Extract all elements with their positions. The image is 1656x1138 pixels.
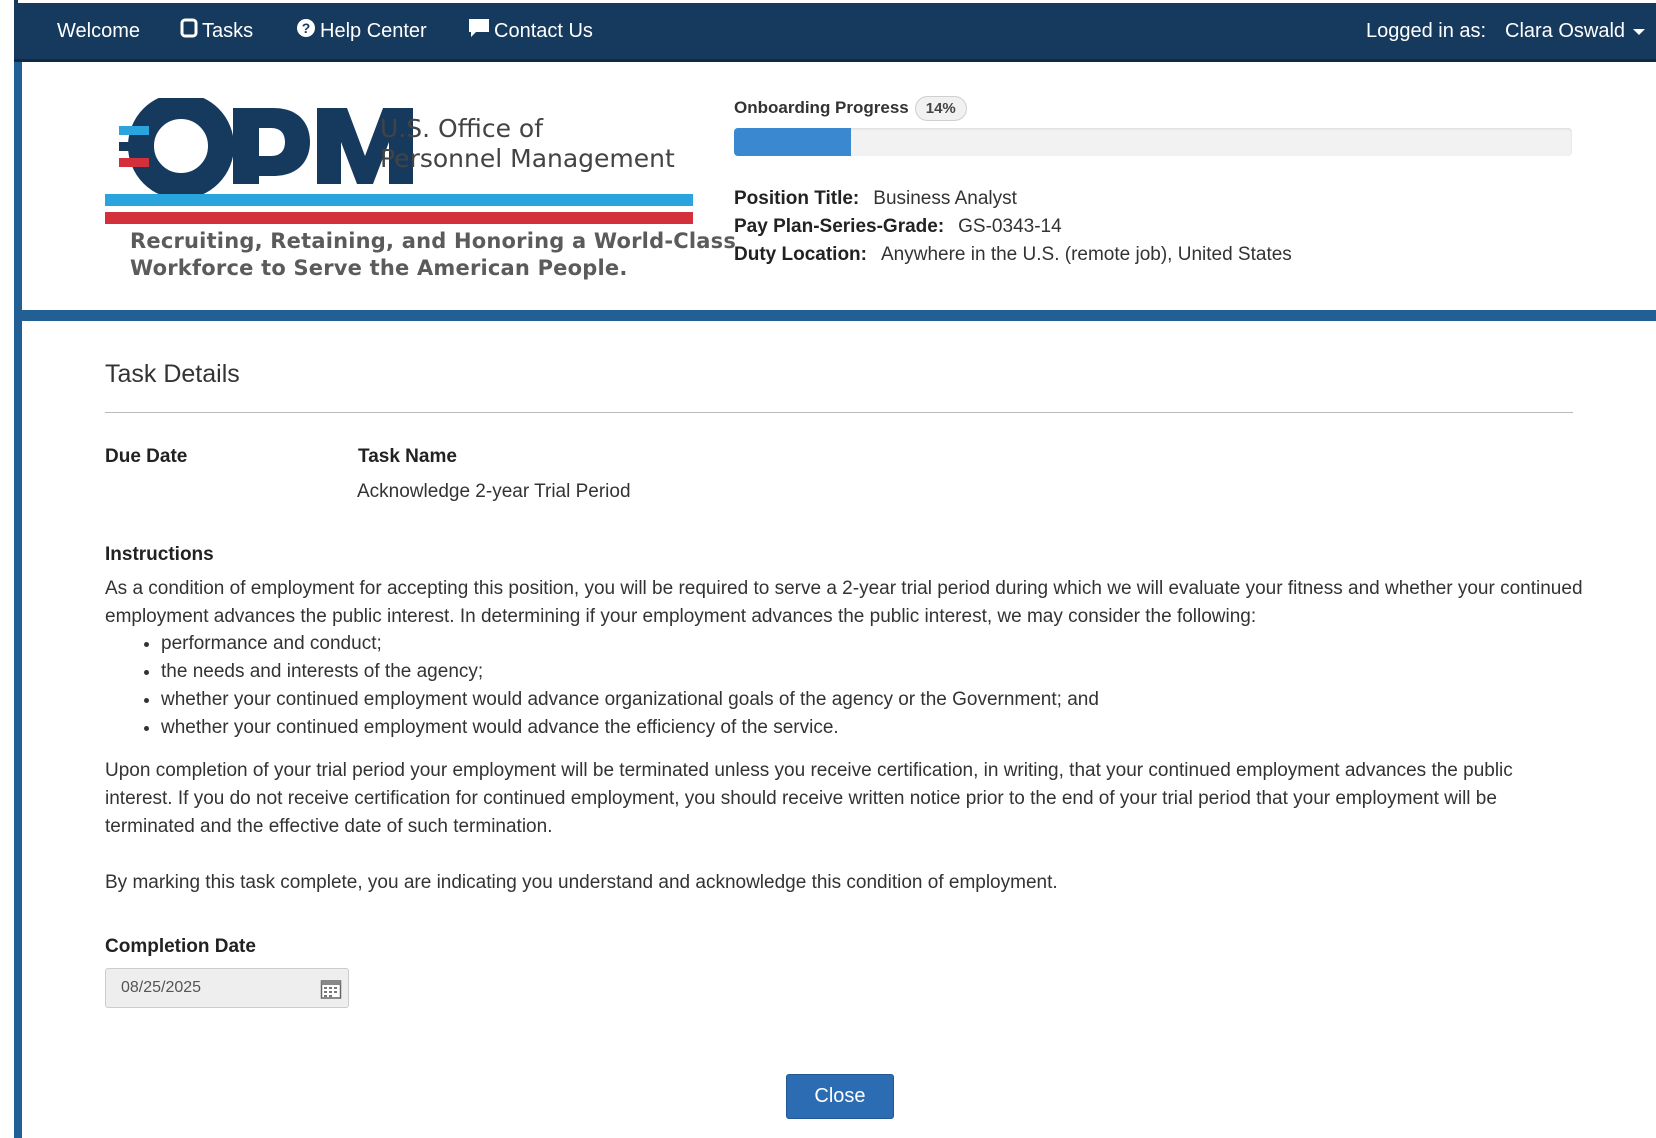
instructions-label: Instructions xyxy=(105,544,214,565)
nav-contact-label: Contact Us xyxy=(494,20,593,42)
nav-tasks-label: Tasks xyxy=(202,20,254,42)
nav-help-center[interactable]: ? Help Center xyxy=(296,3,427,59)
progress-label: Onboarding Progress xyxy=(734,97,909,117)
user-name: Clara Oswald xyxy=(1505,20,1626,42)
nav-help-label: Help Center xyxy=(320,20,427,42)
comment-icon xyxy=(468,4,490,60)
onboarding-progress: Onboarding Progress 14% xyxy=(734,96,967,121)
logo-agency-name-line2: Personnel Management xyxy=(380,144,675,173)
logo-tagline-line2: Workforce to Serve the American People. xyxy=(130,256,628,280)
instructions-paragraph-2: Upon completion of your trial period you… xyxy=(105,760,1513,837)
question-circle-icon: ? xyxy=(296,4,316,60)
tasks-icon xyxy=(180,4,198,60)
nav-tasks[interactable]: Tasks xyxy=(180,3,253,59)
progress-bar xyxy=(734,128,1572,156)
nav-welcome[interactable]: Welcome xyxy=(57,3,140,59)
section-title: Task Details xyxy=(105,360,240,388)
logo-tagline: Recruiting, Retaining, and Honoring a Wo… xyxy=(130,228,736,282)
completion-date-field[interactable]: 08/25/2025 xyxy=(105,968,349,1008)
duty-location-value: Anywhere in the U.S. (remote job), Unite… xyxy=(881,244,1292,265)
task-name-value: Acknowledge 2-year Trial Period xyxy=(357,481,631,502)
completion-date-label: Completion Date xyxy=(105,936,256,957)
logo-agency-name: U.S. Office of Personnel Management xyxy=(380,114,675,174)
svg-text:?: ? xyxy=(302,20,311,36)
task-name-label: Task Name xyxy=(358,446,457,467)
logo-tagline-line1: Recruiting, Retaining, and Honoring a Wo… xyxy=(130,229,737,253)
instructions-paragraph-3: By marking this task complete, you are i… xyxy=(105,872,1058,893)
instructions-paragraph-1: As a condition of employment for accepti… xyxy=(105,578,1583,627)
instructions-list: performance and conduct; the needs and i… xyxy=(105,630,1099,742)
pay-plan-value: GS-0343-14 xyxy=(958,216,1062,237)
position-title-value: Business Analyst xyxy=(873,188,1017,209)
due-date-label: Due Date xyxy=(105,446,188,467)
calendar-icon[interactable] xyxy=(320,977,342,999)
duty-location-row: Duty Location: Anywhere in the U.S. (remo… xyxy=(734,244,1292,266)
caret-down-icon xyxy=(1633,28,1646,35)
position-title-label: Position Title: xyxy=(734,188,860,209)
list-item: performance and conduct; xyxy=(161,630,1099,658)
header-bottom-border xyxy=(22,310,1656,321)
logo-agency-name-line1: U.S. Office of xyxy=(380,114,544,143)
top-navbar: Welcome Tasks ? Help Center Contact Us L… xyxy=(14,3,1656,62)
pay-plan-label: Pay Plan-Series-Grade: xyxy=(734,216,945,237)
position-title-row: Position Title: Business Analyst xyxy=(734,188,1017,210)
nav-contact-us[interactable]: Contact Us xyxy=(468,3,593,59)
list-item: whether your continued employment would … xyxy=(161,686,1099,714)
user-menu-dropdown[interactable]: Clara Oswald xyxy=(1505,3,1646,59)
close-button[interactable]: Close xyxy=(786,1074,894,1119)
completion-date-value: 08/25/2025 xyxy=(121,979,202,996)
section-divider xyxy=(105,412,1573,413)
logged-in-label: Logged in as: xyxy=(1366,20,1487,42)
nav-welcome-label: Welcome xyxy=(57,20,140,42)
duty-location-label: Duty Location: xyxy=(734,244,867,265)
list-item: the needs and interests of the agency; xyxy=(161,658,1099,686)
pay-plan-row: Pay Plan-Series-Grade: GS-0343-14 xyxy=(734,216,1062,238)
list-item: whether your continued employment would … xyxy=(161,714,1099,742)
progress-badge: 14% xyxy=(914,96,967,121)
progress-bar-fill xyxy=(734,128,852,156)
frame-left-border xyxy=(14,62,22,1138)
